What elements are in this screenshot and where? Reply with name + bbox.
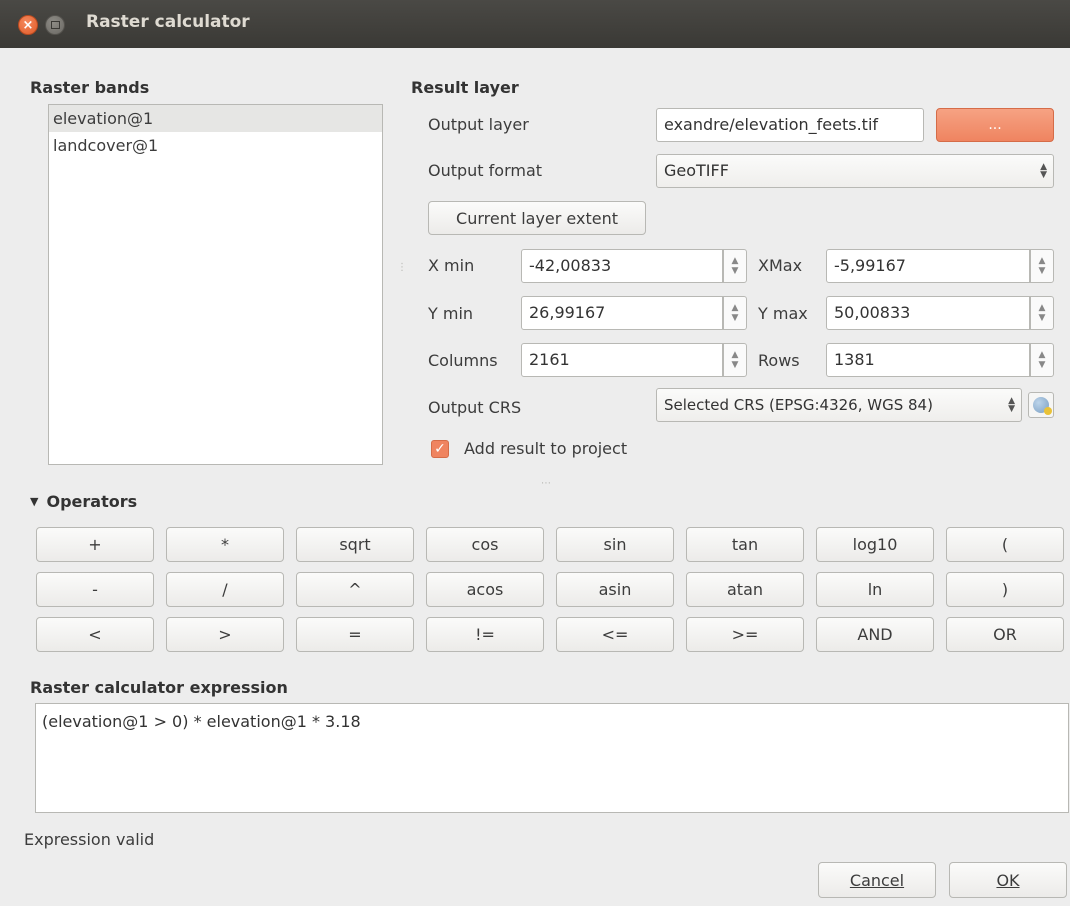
add-result-label: Add result to project bbox=[464, 439, 628, 458]
operator-button[interactable]: - bbox=[36, 572, 154, 607]
output-crs-value: Selected CRS (EPSG:4326, WGS 84) bbox=[664, 396, 933, 414]
ymin-field[interactable]: 26,99167 bbox=[521, 296, 723, 330]
xmax-label: XMax bbox=[758, 256, 803, 275]
operator-button[interactable]: ^ bbox=[296, 572, 414, 607]
operator-button[interactable]: ) bbox=[946, 572, 1064, 607]
rows-field[interactable]: 1381 bbox=[826, 343, 1030, 377]
cancel-button[interactable]: Cancel bbox=[818, 862, 936, 898]
current-layer-extent-button[interactable]: Current layer extent bbox=[428, 201, 646, 235]
operator-button[interactable]: + bbox=[36, 527, 154, 562]
ymax-label: Y max bbox=[758, 304, 808, 323]
ymin-spinner[interactable]: ▲ ▼ bbox=[723, 296, 747, 330]
operator-button[interactable]: != bbox=[426, 617, 544, 652]
raster-bands-list[interactable]: elevation@1 landcover@1 bbox=[48, 104, 383, 465]
operator-button[interactable]: <= bbox=[556, 617, 674, 652]
operator-button[interactable]: > bbox=[166, 617, 284, 652]
output-layer-field[interactable]: exandre/elevation_feets.tif bbox=[656, 108, 924, 142]
collapse-arrow-icon: ▼ bbox=[30, 495, 39, 508]
crs-select-button[interactable] bbox=[1028, 392, 1054, 418]
expression-editor[interactable]: (elevation@1 > 0) * elevation@1 * 3.18 bbox=[35, 703, 1069, 813]
output-crs-select[interactable]: Selected CRS (EPSG:4326, WGS 84) ▲ ▼ bbox=[656, 388, 1022, 422]
raster-band-item[interactable]: landcover@1 bbox=[49, 132, 382, 159]
output-layer-label: Output layer bbox=[428, 115, 529, 134]
operator-button[interactable]: sin bbox=[556, 527, 674, 562]
operator-button[interactable]: sqrt bbox=[296, 527, 414, 562]
raster-band-item[interactable]: elevation@1 bbox=[49, 105, 382, 132]
ymin-label: Y min bbox=[428, 304, 474, 323]
operator-button[interactable]: OR bbox=[946, 617, 1064, 652]
splitter-handle[interactable]: ⋮ bbox=[397, 262, 407, 273]
xmin-field[interactable]: -42,00833 bbox=[521, 249, 723, 283]
output-format-label: Output format bbox=[428, 161, 543, 180]
xmin-spinner[interactable]: ▲ ▼ bbox=[723, 249, 747, 283]
operator-button[interactable]: tan bbox=[686, 527, 804, 562]
chevron-updown-icon: ▲ ▼ bbox=[1040, 162, 1047, 180]
ymax-field[interactable]: 50,00833 bbox=[826, 296, 1030, 330]
columns-field[interactable]: 2161 bbox=[521, 343, 723, 377]
xmin-label: X min bbox=[428, 256, 475, 275]
rows-spinner[interactable]: ▲ ▼ bbox=[1030, 343, 1054, 377]
operator-button[interactable]: asin bbox=[556, 572, 674, 607]
operator-button[interactable]: acos bbox=[426, 572, 544, 607]
expression-status: Expression valid bbox=[24, 830, 155, 849]
operator-button[interactable]: < bbox=[36, 617, 154, 652]
add-result-checkbox[interactable]: ✓ bbox=[431, 440, 449, 458]
raster-bands-title: Raster bands bbox=[30, 78, 150, 97]
title-bar: × Raster calculator bbox=[0, 0, 1070, 48]
xmax-spinner[interactable]: ▲ ▼ bbox=[1030, 249, 1054, 283]
columns-label: Columns bbox=[428, 351, 498, 370]
ok-button[interactable]: OK bbox=[949, 862, 1067, 898]
operator-button[interactable]: cos bbox=[426, 527, 544, 562]
operator-button[interactable]: atan bbox=[686, 572, 804, 607]
output-crs-label: Output CRS bbox=[428, 398, 522, 417]
expression-title: Raster calculator expression bbox=[30, 678, 288, 697]
ymax-spinner[interactable]: ▲ ▼ bbox=[1030, 296, 1054, 330]
operators-title-label: Operators bbox=[46, 492, 138, 511]
columns-spinner[interactable]: ▲ ▼ bbox=[723, 343, 747, 377]
operator-button[interactable]: ln bbox=[816, 572, 934, 607]
maximize-icon[interactable] bbox=[45, 15, 65, 35]
rows-label: Rows bbox=[758, 351, 800, 370]
operator-button[interactable]: ( bbox=[946, 527, 1064, 562]
operators-title[interactable]: ▼ Operators bbox=[30, 492, 137, 511]
output-format-value: GeoTIFF bbox=[664, 161, 729, 180]
xmax-field[interactable]: -5,99167 bbox=[826, 249, 1030, 283]
globe-icon bbox=[1033, 397, 1052, 415]
splitter-handle[interactable]: ⋯ bbox=[541, 478, 551, 489]
operator-button[interactable]: >= bbox=[686, 617, 804, 652]
operator-button[interactable]: = bbox=[296, 617, 414, 652]
operator-button[interactable]: / bbox=[166, 572, 284, 607]
close-icon[interactable]: × bbox=[18, 15, 38, 35]
browse-output-button[interactable]: ... bbox=[936, 108, 1054, 142]
output-format-select[interactable]: GeoTIFF ▲ ▼ bbox=[656, 154, 1054, 188]
result-layer-title: Result layer bbox=[411, 78, 519, 97]
window-title: Raster calculator bbox=[86, 12, 250, 32]
operator-button[interactable]: AND bbox=[816, 617, 934, 652]
chevron-updown-icon: ▲ ▼ bbox=[1008, 396, 1015, 414]
operator-button[interactable]: log10 bbox=[816, 527, 934, 562]
operator-button[interactable]: * bbox=[166, 527, 284, 562]
